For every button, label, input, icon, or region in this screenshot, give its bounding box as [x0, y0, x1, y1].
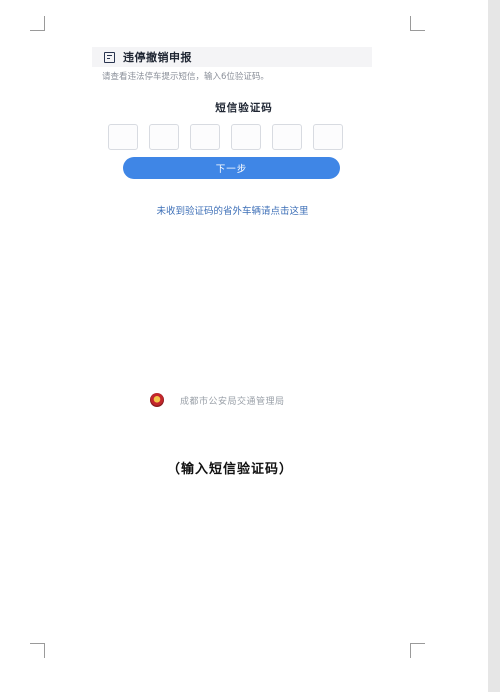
authority-name: 成都市公安局交通管理局 [180, 396, 285, 407]
crop-mark-top-right [410, 16, 425, 31]
footer: 成都市公安局交通管理局 [150, 393, 285, 407]
app-title: 违停撤销申报 [123, 51, 192, 64]
code-digit-input-5[interactable] [272, 124, 302, 150]
police-emblem-icon [150, 393, 164, 407]
help-link[interactable]: 未收到验证码的省外车辆请点击这里 [0, 203, 465, 217]
code-digit-input-1[interactable] [108, 124, 138, 150]
code-digit-input-2[interactable] [149, 124, 179, 150]
code-input-group [108, 124, 343, 150]
document-icon [104, 51, 115, 63]
app-header: 违停撤销申报 [92, 47, 372, 67]
crop-mark-bottom-left [30, 643, 45, 658]
code-digit-input-3[interactable] [190, 124, 220, 150]
page-gutter [488, 0, 500, 692]
crop-mark-top-left [30, 16, 45, 31]
figure-caption: （输入短信验证码） [166, 462, 293, 477]
code-digit-input-4[interactable] [231, 124, 261, 150]
code-title: 短信验证码 [215, 102, 273, 114]
instruction-text: 请查看违法停车提示短信，输入6位验证码。 [102, 72, 269, 82]
crop-mark-bottom-right [410, 643, 425, 658]
next-step-button[interactable]: 下一步 [123, 157, 340, 179]
code-digit-input-6[interactable] [313, 124, 343, 150]
document-page: 违停撤销申报 请查看违法停车提示短信，输入6位验证码。 短信验证码 下一步 未收… [0, 0, 488, 692]
